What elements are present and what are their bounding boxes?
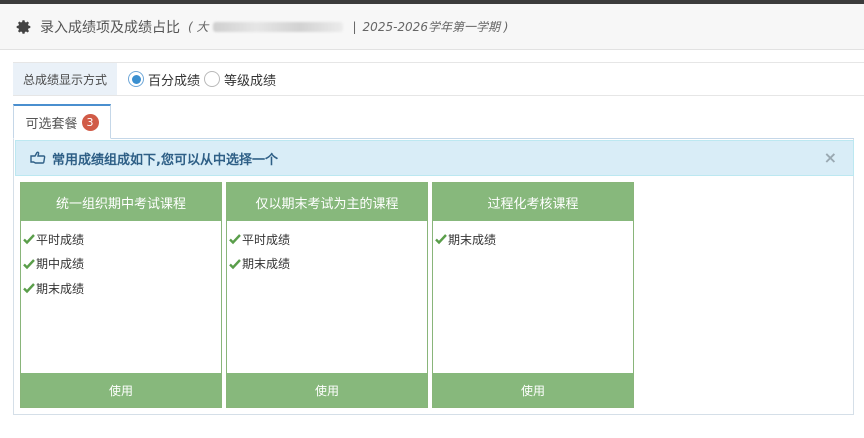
radio-percent-label: 百分成绩	[148, 73, 201, 89]
tab-bar: 可选套餐 3	[13, 103, 854, 139]
plan-card-process: 过程化考核课程 期末成绩 使用	[432, 182, 634, 408]
item-label: 期末成绩	[36, 281, 85, 296]
term-label: 2025-2026学年第一学期 )	[362, 20, 509, 34]
plan-card-midterm: 统一组织期中考试课程 平时成绩 期中成绩 期末成绩 使用	[20, 182, 222, 408]
plan-items: 期末成绩	[433, 221, 633, 373]
plan-card-final-only: 仅以期末考试为主的课程 平时成绩 期末成绩 使用	[226, 182, 428, 408]
radio-grade[interactable]: 等级成绩	[204, 70, 276, 89]
item-label: 平时成绩	[242, 232, 291, 247]
list-item: 期末成绩	[433, 227, 633, 252]
plan-title: 统一组织期中考试课程	[21, 183, 221, 221]
item-label: 期末成绩	[448, 232, 497, 247]
alert-text: 常用成绩组成如下,您可以从中选择一个	[52, 152, 278, 168]
close-icon[interactable]: ×	[824, 148, 837, 167]
tab-count-badge: 3	[81, 113, 99, 131]
item-label: 期中成绩	[36, 257, 85, 272]
use-button[interactable]: 使用	[433, 373, 633, 407]
plan-title: 仅以期末考试为主的课程	[227, 183, 427, 221]
gear-icon	[16, 19, 31, 34]
page-header: 录入成绩项及成绩占比 ( 大 | 2025-2026学年第一学期 )	[0, 4, 864, 50]
item-label: 期末成绩	[242, 257, 291, 272]
info-alert: 常用成绩组成如下,您可以从中选择一个 ×	[15, 140, 854, 176]
plan-items: 平时成绩 期末成绩	[227, 221, 427, 373]
subtitle-separator: |	[352, 19, 357, 34]
item-label: 平时成绩	[36, 232, 85, 247]
display-mode-row: 总成绩显示方式 百分成绩 等级成绩	[13, 62, 864, 96]
page-title: 录入成绩项及成绩占比	[40, 19, 180, 36]
radio-percent-circle[interactable]	[128, 71, 144, 87]
check-icon	[23, 283, 35, 294]
tab-optional-plans[interactable]: 可选套餐 3	[13, 104, 111, 139]
check-icon	[23, 234, 35, 245]
plan-items: 平时成绩 期中成绩 期末成绩	[21, 221, 221, 373]
redacted-course-name	[212, 21, 343, 32]
check-icon	[23, 258, 35, 269]
display-mode-label: 总成绩显示方式	[13, 63, 117, 95]
check-icon	[229, 234, 241, 245]
plans-panel: 常用成绩组成如下,您可以从中选择一个 × 统一组织期中考试课程 平时成绩 期中成…	[13, 139, 854, 415]
list-item: 期末成绩	[21, 276, 221, 301]
list-item: 期末成绩	[227, 252, 427, 277]
list-item: 平时成绩	[227, 227, 427, 252]
use-button[interactable]: 使用	[21, 373, 221, 407]
hand-pointer-icon	[30, 151, 46, 164]
radio-grade-label: 等级成绩	[224, 73, 277, 89]
radio-grade-circle[interactable]	[204, 71, 221, 87]
tab-label: 可选套餐	[25, 116, 78, 132]
check-icon	[229, 258, 241, 269]
check-icon	[435, 234, 447, 245]
use-button[interactable]: 使用	[227, 373, 427, 407]
radio-percent[interactable]: 百分成绩	[128, 70, 200, 89]
subtitle-open: ( 大	[188, 20, 209, 34]
plan-title: 过程化考核课程	[433, 183, 633, 221]
list-item: 平时成绩	[21, 227, 221, 252]
list-item: 期中成绩	[21, 252, 221, 277]
course-info: ( 大 | 2025-2026学年第一学期 )	[188, 18, 508, 35]
